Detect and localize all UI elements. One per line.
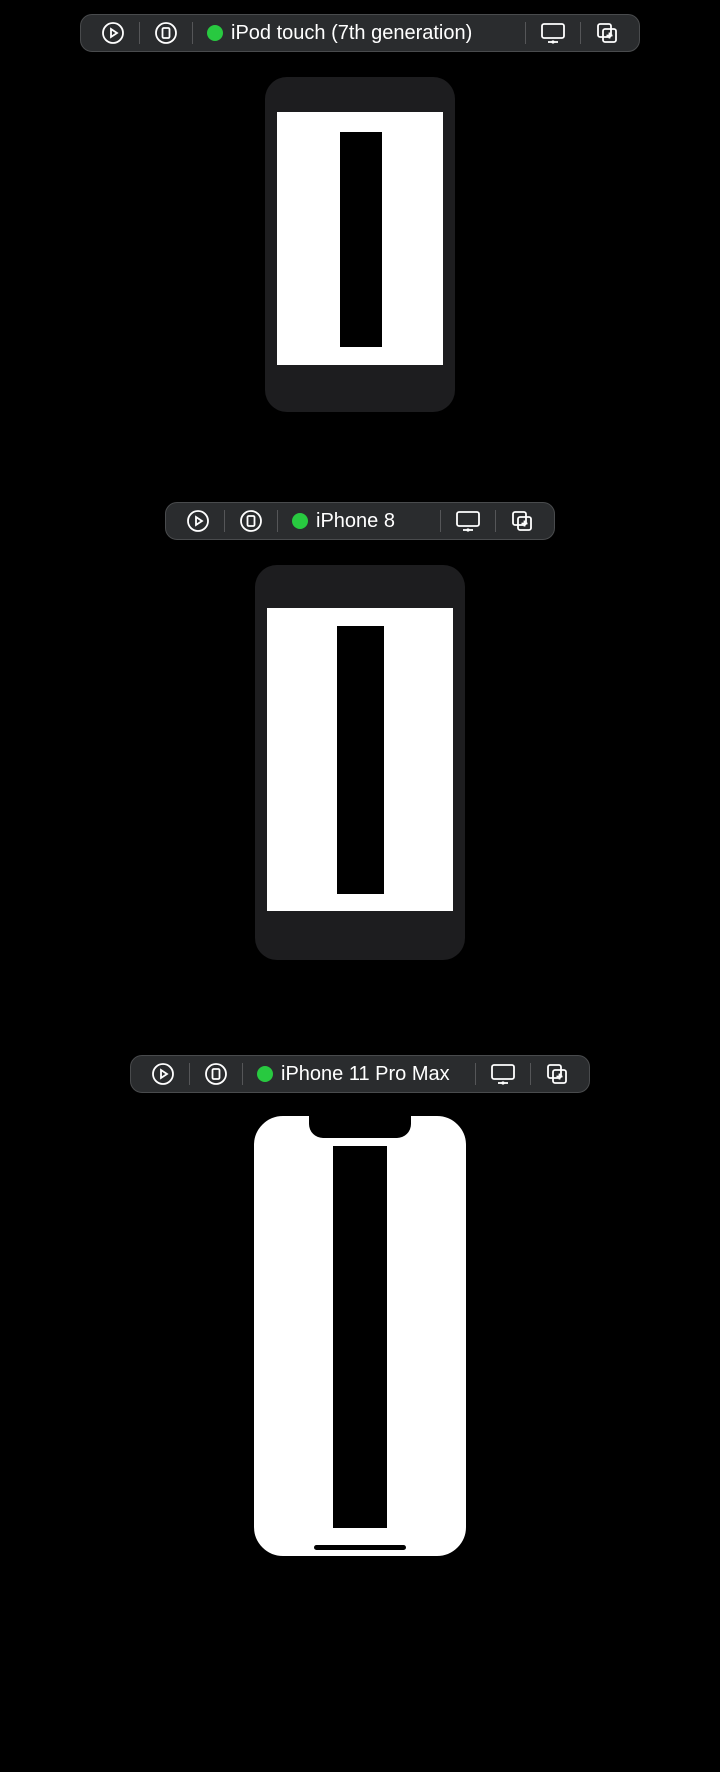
- device-selector[interactable]: iPhone 11 Pro Max: [243, 1055, 475, 1093]
- device-preview-stage: [265, 77, 455, 412]
- selectable-preview-button[interactable]: [190, 1055, 242, 1093]
- duplicate-preview-button[interactable]: [496, 502, 548, 540]
- content-rectangle: [340, 132, 382, 347]
- preview-on-device-button[interactable]: [526, 14, 580, 52]
- device-preview-stage: [255, 565, 465, 960]
- selectable-icon: [239, 509, 263, 533]
- device-screen: [277, 112, 443, 365]
- preview-on-device-button[interactable]: [476, 1055, 530, 1093]
- duplicate-preview-button[interactable]: [531, 1055, 583, 1093]
- live-preview-button[interactable]: [137, 1055, 189, 1093]
- device-frame-ipod-touch: [265, 77, 455, 412]
- device-preview-stage: [249, 1111, 471, 1561]
- status-dot-icon: [257, 1066, 273, 1082]
- device-screen: [267, 608, 453, 911]
- device-display-icon: [490, 1063, 516, 1085]
- live-preview-button[interactable]: [172, 502, 224, 540]
- device-notch: [309, 1116, 411, 1138]
- device-frame-iphone-11-pro-max: [249, 1111, 471, 1561]
- duplicate-plus-icon: [595, 21, 619, 45]
- status-dot-icon: [207, 25, 223, 41]
- preview-toolbar: iPhone 11 Pro Max: [130, 1055, 590, 1093]
- preview-on-device-button[interactable]: [441, 502, 495, 540]
- status-dot-icon: [292, 513, 308, 529]
- preview-section-iphone-11-pro-max: iPhone 11 Pro Max: [0, 960, 720, 1561]
- selectable-preview-button[interactable]: [140, 14, 192, 52]
- play-circle-icon: [101, 21, 125, 45]
- duplicate-preview-button[interactable]: [581, 14, 633, 52]
- preview-toolbar: iPod touch (7th generation): [80, 14, 640, 52]
- device-selector[interactable]: iPhone 8: [278, 502, 440, 540]
- device-display-icon: [455, 510, 481, 532]
- play-circle-icon: [151, 1062, 175, 1086]
- content-rectangle: [337, 626, 384, 894]
- selectable-preview-button[interactable]: [225, 502, 277, 540]
- device-label: iPhone 8: [316, 510, 395, 533]
- play-circle-icon: [186, 509, 210, 533]
- content-rectangle: [333, 1146, 387, 1528]
- device-frame-iphone-8: [255, 565, 465, 960]
- device-label: iPod touch (7th generation): [231, 22, 472, 45]
- home-indicator: [314, 1545, 406, 1550]
- selectable-icon: [204, 1062, 228, 1086]
- preview-toolbar: iPhone 8: [165, 502, 555, 540]
- device-label: iPhone 11 Pro Max: [281, 1063, 450, 1086]
- preview-section-ipod-touch: iPod touch (7th generation): [0, 0, 720, 412]
- duplicate-plus-icon: [545, 1062, 569, 1086]
- duplicate-plus-icon: [510, 509, 534, 533]
- device-selector[interactable]: iPod touch (7th generation): [193, 14, 525, 52]
- device-display-icon: [540, 22, 566, 44]
- selectable-icon: [154, 21, 178, 45]
- live-preview-button[interactable]: [87, 14, 139, 52]
- preview-section-iphone-8: iPhone 8: [0, 412, 720, 960]
